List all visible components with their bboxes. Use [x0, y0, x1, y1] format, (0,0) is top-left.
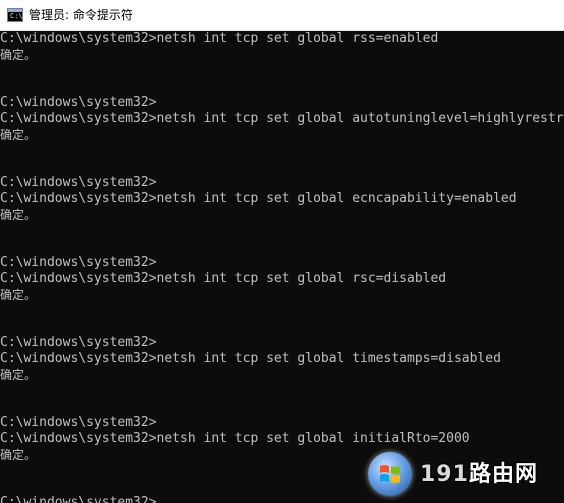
console-line: C:\windows\system32>	[0, 95, 157, 110]
console-line: 确定。	[0, 288, 37, 302]
window-title: 管理员: 命令提示符	[29, 8, 133, 22]
console-line: 确定。	[0, 368, 37, 382]
console-line: 确定。	[0, 448, 37, 462]
cmd-icon: C:\	[7, 8, 23, 22]
console-line: C:\windows\system32>netsh int tcp set gl…	[0, 271, 447, 286]
console-line: 确定。	[0, 128, 37, 142]
title-bar[interactable]: C:\ 管理员: 命令提示符	[0, 0, 564, 31]
console-output[interactable]: C:\windows\system32>netsh int tcp set gl…	[0, 31, 564, 503]
console-line: C:\windows\system32>	[0, 415, 157, 430]
console-line: C:\windows\system32>netsh int tcp set gl…	[0, 431, 470, 446]
console-line: C:\windows\system32>	[0, 255, 157, 270]
console-line: C:\windows\system32>netsh int tcp set gl…	[0, 191, 517, 206]
command-prompt-window[interactable]: C:\ 管理员: 命令提示符 C:\windows\system32>netsh…	[0, 0, 564, 503]
console-line: C:\windows\system32>netsh int tcp set gl…	[0, 111, 564, 126]
console-line: 确定。	[0, 208, 37, 222]
console-line: 确定。	[0, 48, 37, 62]
console-line: C:\windows\system32>	[0, 335, 157, 350]
console-line: C:\windows\system32>netsh int tcp set gl…	[0, 351, 501, 366]
console-line: C:\windows\system32>	[0, 495, 157, 503]
console-line: C:\windows\system32>	[0, 175, 157, 190]
cmd-icon-glyph: C:\	[10, 12, 23, 20]
console-line: C:\windows\system32>netsh int tcp set gl…	[0, 31, 439, 46]
